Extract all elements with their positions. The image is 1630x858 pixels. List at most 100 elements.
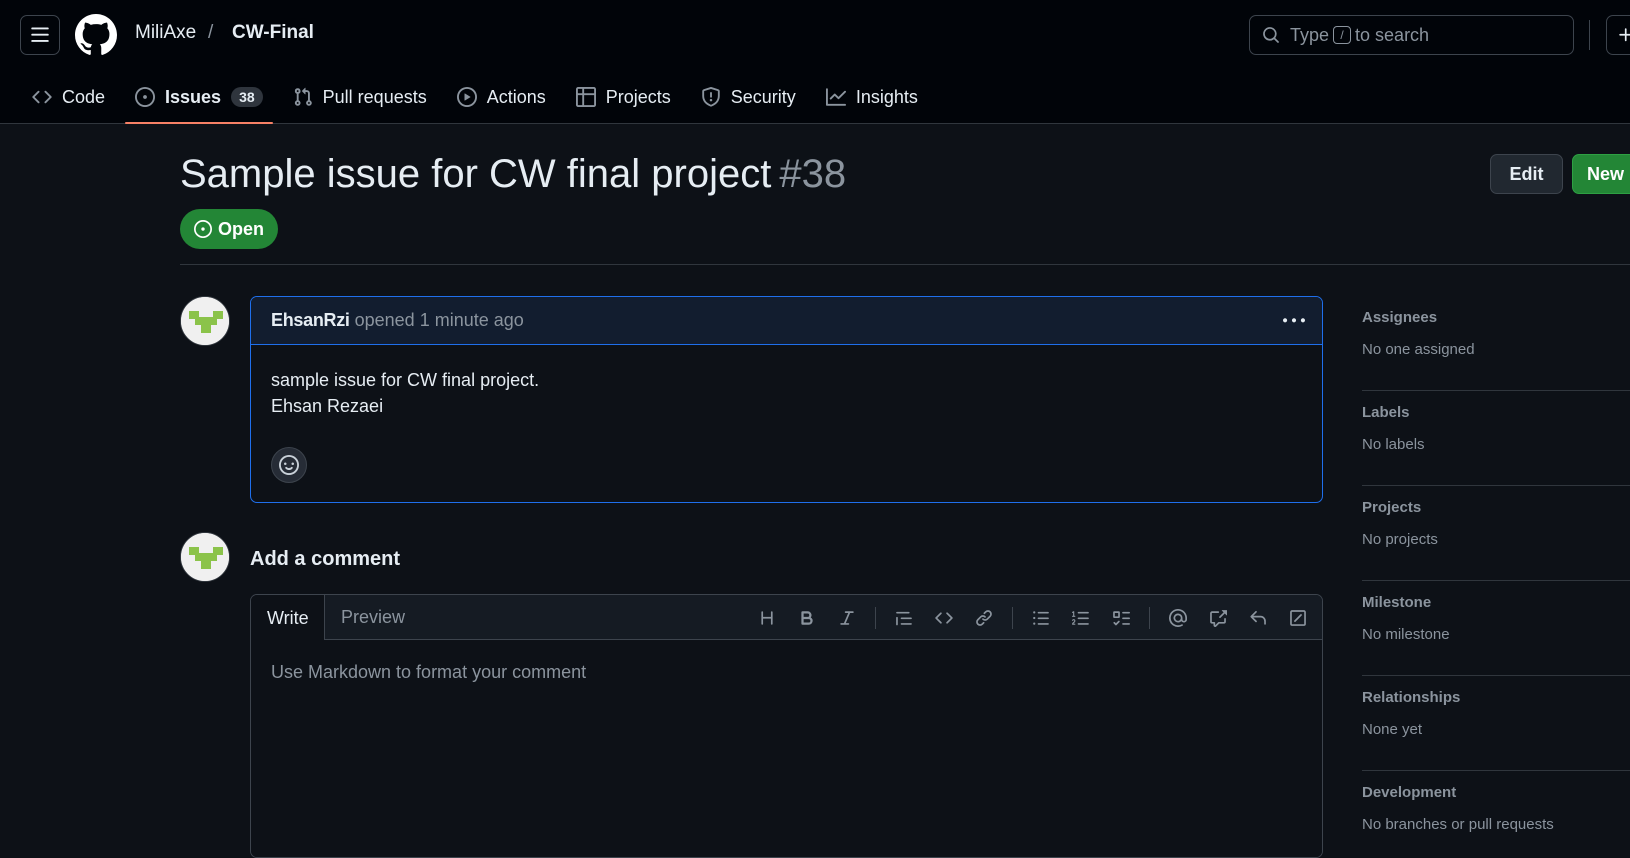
avatar[interactable] xyxy=(180,296,230,346)
tab-actions[interactable]: Actions xyxy=(447,76,556,118)
issue-opened-icon xyxy=(135,87,156,107)
sidebar-relationships: Relationships None yet xyxy=(1362,676,1630,771)
comment-options-button[interactable] xyxy=(1282,309,1306,333)
repo-nav: Code Issues 38 Pull requests Actions Pro… xyxy=(22,76,938,124)
breadcrumb-repo[interactable]: CW-Final xyxy=(232,22,314,44)
sidebar-heading[interactable]: Milestone xyxy=(1362,594,1630,611)
comment-editor: Write Preview xyxy=(250,594,1323,858)
task-list-button[interactable] xyxy=(1109,606,1133,630)
sidebar-value: No projects xyxy=(1362,531,1438,548)
sidebar-projects: Projects No projects xyxy=(1362,486,1630,581)
smiley-icon xyxy=(279,455,299,475)
identicon-avatar-icon xyxy=(181,533,229,581)
search-prefix: Type xyxy=(1290,24,1330,45)
comment-body-line: sample issue for CW final project. xyxy=(271,370,540,390)
kebab-horizontal-icon xyxy=(1283,318,1305,323)
sidebar-value: No branches or pull requests xyxy=(1362,816,1554,833)
graph-icon xyxy=(825,88,846,106)
quote-button[interactable] xyxy=(892,606,916,630)
divider xyxy=(180,264,1630,265)
heading-icon xyxy=(761,610,773,625)
issue-sidebar: Assignees No one assigned Labels No labe… xyxy=(1362,296,1630,858)
slash-commands-button[interactable] xyxy=(1286,606,1310,630)
link-button[interactable] xyxy=(972,606,996,630)
sidebar-value: No labels xyxy=(1362,436,1425,453)
toolbar-divider xyxy=(1149,606,1150,629)
formatting-toolbar xyxy=(739,595,1310,640)
status-label: Open xyxy=(217,218,264,239)
italic-button[interactable] xyxy=(835,606,859,630)
git-pull-request-icon xyxy=(294,87,312,106)
comment-body-line: Ehsan Rezaei xyxy=(271,396,384,416)
sidebar-heading[interactable]: Development xyxy=(1362,784,1630,801)
mention-icon xyxy=(1169,608,1187,627)
comment-header: EhsanRzi opened 1 minute ago xyxy=(251,297,1322,345)
search-shortcut-key: / xyxy=(1333,26,1352,44)
bold-button[interactable] xyxy=(795,606,819,630)
diff-ignored-icon xyxy=(1290,609,1306,626)
tab-label: Security xyxy=(730,86,796,107)
tab-label: Code xyxy=(62,86,106,107)
sidebar-heading[interactable]: Relationships xyxy=(1362,689,1630,706)
ordered-list-button[interactable] xyxy=(1069,606,1093,630)
issue-title-text: Sample issue for CW final project xyxy=(180,152,772,196)
issue-opened-icon xyxy=(193,220,212,238)
tab-security[interactable]: Security xyxy=(691,76,806,118)
play-icon xyxy=(456,87,477,107)
issue-number: #38 xyxy=(779,152,847,196)
comment-body: sample issue for CW final project. Ehsan… xyxy=(251,345,1322,419)
sidebar-heading[interactable]: Projects xyxy=(1362,499,1630,516)
identicon-avatar-icon xyxy=(181,297,229,345)
tab-write[interactable]: Write xyxy=(251,595,325,641)
mention-button[interactable] xyxy=(1166,606,1190,630)
table-icon xyxy=(575,87,596,107)
bold-icon xyxy=(801,610,813,625)
reply-icon xyxy=(1250,610,1266,625)
sidebar-heading[interactable]: Labels xyxy=(1362,404,1630,421)
tab-insights[interactable]: Insights xyxy=(816,76,928,118)
new-issue-button[interactable]: New issue xyxy=(1572,154,1630,194)
heading-button[interactable] xyxy=(755,606,779,630)
tab-issues[interactable]: Issues 38 xyxy=(125,76,273,124)
comment-timestamp[interactable]: opened 1 minute ago xyxy=(355,310,524,331)
comment-author[interactable]: EhsanRzi xyxy=(271,310,350,331)
code-button[interactable] xyxy=(932,606,956,630)
plus-icon xyxy=(1619,28,1630,42)
tab-projects[interactable]: Projects xyxy=(566,76,681,118)
tab-label: Actions xyxy=(486,86,546,107)
tab-label: Insights xyxy=(855,86,918,107)
cross-reference-icon xyxy=(1210,609,1227,627)
breadcrumb-owner[interactable]: MiliAxe xyxy=(135,22,196,44)
comment-textarea[interactable] xyxy=(251,640,1322,857)
editor-toolbar: Write Preview xyxy=(251,595,1322,641)
italic-icon xyxy=(840,610,854,625)
tab-code[interactable]: Code xyxy=(22,76,115,118)
sidebar-heading[interactable]: Assignees xyxy=(1362,309,1630,326)
toolbar-divider xyxy=(875,606,876,629)
toolbar-divider xyxy=(1012,606,1013,629)
sidebar-labels: Labels No labels xyxy=(1362,391,1630,486)
list-unordered-icon xyxy=(1033,610,1049,625)
sidebar-milestone: Milestone No milestone xyxy=(1362,581,1630,676)
tab-label: Projects xyxy=(605,86,671,107)
issues-count-badge: 38 xyxy=(231,87,263,107)
avatar[interactable] xyxy=(180,532,230,582)
unordered-list-button[interactable] xyxy=(1029,606,1053,630)
header-divider xyxy=(1589,20,1590,50)
undo-button[interactable] xyxy=(1246,606,1270,630)
create-new-button[interactable] xyxy=(1606,15,1630,55)
sidebar-assignees: Assignees No one assigned xyxy=(1362,296,1630,391)
link-icon xyxy=(976,609,992,626)
menu-button[interactable] xyxy=(20,15,60,55)
edit-button[interactable]: Edit xyxy=(1490,154,1563,194)
search-input[interactable]: Type / to search xyxy=(1249,15,1574,55)
github-logo-icon[interactable] xyxy=(75,14,117,56)
sidebar-value: No milestone xyxy=(1362,626,1450,643)
add-reaction-button[interactable] xyxy=(271,447,307,483)
reference-button[interactable] xyxy=(1206,606,1230,630)
tab-preview[interactable]: Preview xyxy=(325,595,421,640)
global-header: MiliAxe / CW-Final Type / to search Code… xyxy=(0,0,1630,124)
search-suffix: to search xyxy=(1355,24,1430,45)
issue-comment: EhsanRzi opened 1 minute ago sample issu… xyxy=(250,296,1323,503)
tab-pull-requests[interactable]: Pull requests xyxy=(283,76,437,118)
